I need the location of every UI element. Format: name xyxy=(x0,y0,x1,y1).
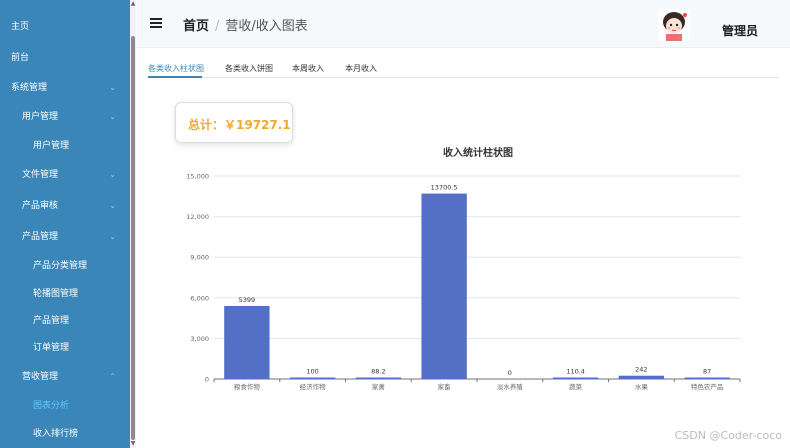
bar-value-label: 88.2 xyxy=(371,368,385,376)
y-tick-label: 3,000 xyxy=(190,335,209,343)
x-tick-label: 蔬菜 xyxy=(569,382,583,391)
bar-value-label: 5399 xyxy=(239,296,256,304)
bar-chart: 0 3,000 6,000 9,000 12,000 15,000 5399 粮食作物 100 经… xyxy=(186,173,741,391)
bar-value-label: 13700.5 xyxy=(431,184,458,192)
bar-value-label: 242 xyxy=(635,366,647,374)
bar xyxy=(355,377,402,379)
bar xyxy=(289,377,336,379)
y-tick-label: 0 xyxy=(205,376,209,384)
bar-value-label: 100 xyxy=(306,368,318,376)
bar xyxy=(618,375,665,379)
bar-value-label: 0 xyxy=(508,369,512,377)
x-tick-label: 特色农产品 xyxy=(691,382,724,391)
bar-value-label: 110.4 xyxy=(566,368,585,376)
x-tick-label: 家禽 xyxy=(372,382,386,391)
y-tick-label: 9,000 xyxy=(190,254,209,262)
x-tick-label: 粮食作物 xyxy=(234,382,261,391)
y-tick-label: 12,000 xyxy=(186,213,209,221)
x-tick-label: 淡水养殖 xyxy=(497,382,524,391)
bar xyxy=(421,193,467,379)
bar xyxy=(552,377,599,379)
y-tick-label: 15,000 xyxy=(186,173,209,181)
watermark: CSDN @Coder-coco xyxy=(674,429,782,442)
x-tick-label: 水果 xyxy=(635,382,649,391)
bar-value-label: 87 xyxy=(703,368,711,376)
y-tick-label: 6,000 xyxy=(190,294,209,302)
bar xyxy=(224,305,270,379)
x-tick-label: 经济作物 xyxy=(300,382,327,391)
bar xyxy=(684,377,730,379)
x-tick-label: 家畜 xyxy=(438,382,452,391)
